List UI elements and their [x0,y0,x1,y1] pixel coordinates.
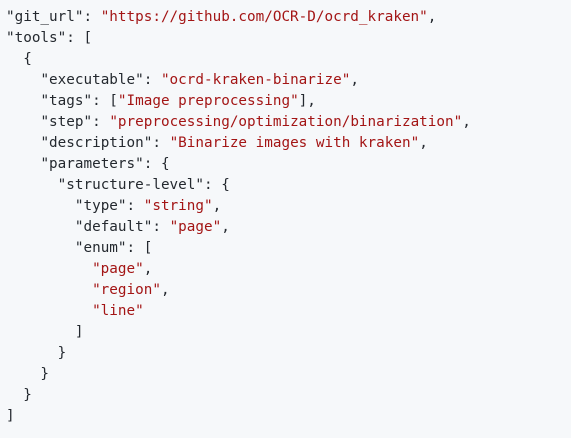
enum-value-region: "region" [92,282,161,298]
structure-level-key: "structure-level" [57,177,204,193]
code-line-enum: "enum": [ [74,240,153,256]
git-url-value: "https://github.com/OCR-D/ocrd_kraken" [100,9,428,25]
code-line-enum-close: ] [6,324,84,340]
tools-key: "tools" [6,30,67,46]
json-code-block: "git_url": "https://github.com/OCR-D/ocr… [0,0,571,438]
default-value: "page" [169,219,222,235]
enum-value-page: "page" [92,261,144,277]
executable-value: "ocrd-kraken-binarize" [160,72,351,88]
code-line-executable: "executable": "ocrd-kraken-binarize", [40,72,359,88]
code-line-parameters: "parameters": { [40,156,170,172]
code-line-enum-line: "line" [6,301,571,322]
code-line-enum-region: "region", [92,282,170,298]
enum-key: "enum" [74,240,127,256]
code-line-enum-page: "page", [92,261,153,277]
type-key: "type" [74,198,127,214]
enum-value-line: "line" [92,303,144,319]
code-line-default: "default": "page", [74,219,230,235]
code-line-tool-open: { [6,51,32,67]
step-value: "preprocessing/optimization/binarization… [109,114,463,130]
code-line-parameters-close: } [6,366,50,382]
type-value: "string" [143,198,213,214]
description-key: "description" [40,135,153,151]
code-line-description: "description": "Binarize images with kra… [40,135,428,151]
code-line-structure-level-close: } [6,345,67,361]
tags-key: "tags" [40,93,93,109]
code-line-tags: "tags": ["Image preprocessing"], [40,93,316,109]
code-line-tools: "tools": [ [6,30,93,46]
code-line-type: "type": "string", [74,198,222,214]
executable-key: "executable" [40,72,144,88]
code-line-structure-level: "structure-level": { [57,177,230,193]
code-line-git-url: "git_url": "https://github.com/OCR-D/ocr… [6,9,437,25]
code-line-tool-close: } [6,387,32,403]
git-url-key: "git_url" [6,9,84,25]
parameters-key: "parameters" [40,156,144,172]
default-key: "default" [74,219,153,235]
description-value: "Binarize images with kraken" [169,135,420,151]
code-line-tools-close: ] [6,408,15,424]
code-line-step: "step": "preprocessing/optimization/bina… [40,114,471,130]
tags-value: "Image preprocessing" [117,93,299,109]
step-key: "step" [40,114,93,130]
